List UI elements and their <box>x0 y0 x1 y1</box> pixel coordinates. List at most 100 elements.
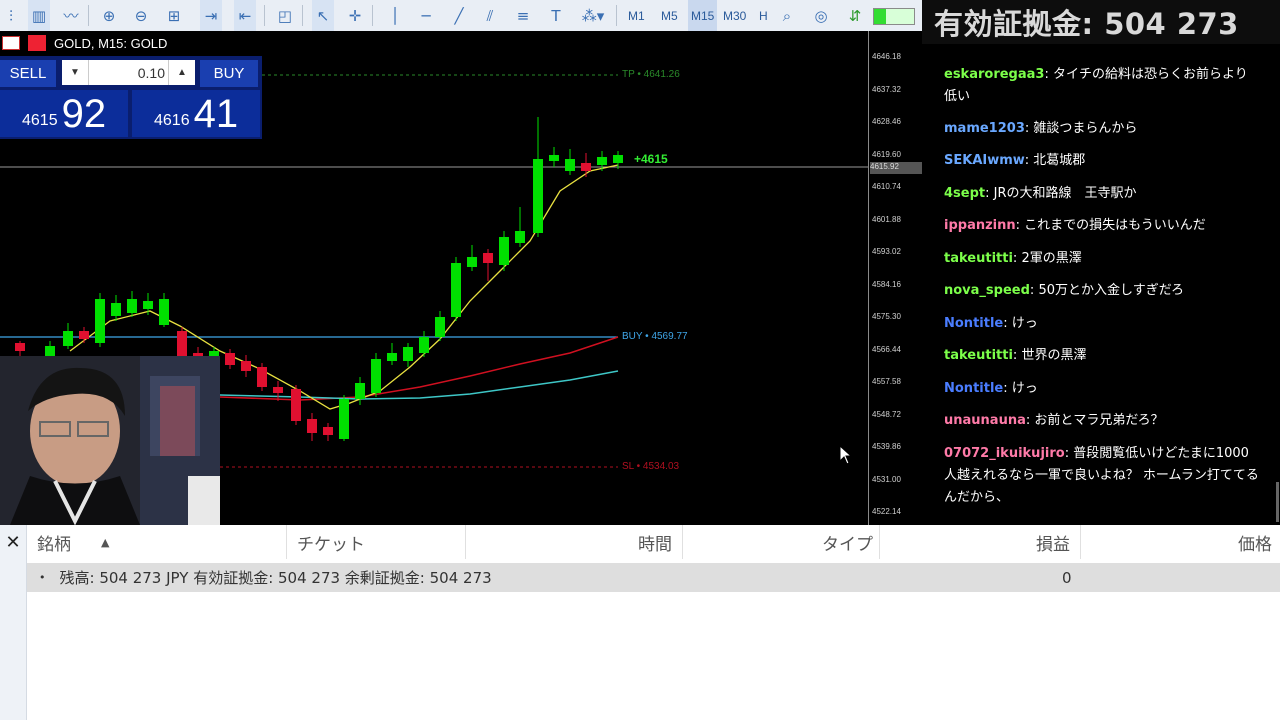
tp-label: TP • 4641.26 <box>622 69 680 80</box>
candle-body <box>435 317 445 337</box>
candle-body <box>15 343 25 351</box>
zoom-out-icon[interactable]: ⊖ <box>130 0 152 31</box>
candle-body <box>307 419 317 433</box>
candle-body <box>257 367 267 387</box>
price-tick: 4522.14 <box>872 507 901 516</box>
price-tick: 4619.60 <box>872 150 901 159</box>
column-header-label: 銘柄 <box>37 534 71 555</box>
chat-message: takeutitti: 2軍の黒澤 <box>944 251 1082 266</box>
current-price-marker: 4615.92 <box>870 162 922 174</box>
timeframe-h[interactable]: H <box>759 0 768 31</box>
trendline-icon[interactable]: ╱ <box>448 0 470 31</box>
screenshot-icon[interactable]: ◰ <box>274 0 296 31</box>
price-chart[interactable]: GOLD, M15: GOLD SELL ▼ 0.10 ▲ BUY 4615 9… <box>0 31 922 525</box>
toolbar: ⫶ ▥ 〰 ⊕ ⊖ ⊞ ⇥ ⇤ ◰ ↖ ✛ │ ─ ╱ ⫽ ≡ T ⁂▾ M1 … <box>0 0 922 32</box>
candle-body <box>225 353 235 365</box>
chat-message: nova_speed: 50万とか入金しすぎだろ <box>944 283 1184 298</box>
fibonacci-icon[interactable]: ≡ <box>512 0 534 31</box>
bid-big: 92 <box>61 92 107 136</box>
signal-icon[interactable]: ⇵ <box>844 0 866 31</box>
bid-quote[interactable]: 4615 92 <box>0 90 128 137</box>
candle-body <box>111 303 121 316</box>
candle-body <box>241 361 251 371</box>
price-axis[interactable]: 4646.18 4637.32 4628.46 4619.60 4610.74 … <box>868 31 922 525</box>
ask-quote[interactable]: 4616 41 <box>132 90 260 137</box>
cursor-icon[interactable]: ↖ <box>312 0 334 31</box>
buy-order-label: BUY • 4569.77 <box>622 331 688 342</box>
channel-icon[interactable]: ⫽ <box>479 0 501 31</box>
lot-decrease-icon[interactable]: ▼ <box>62 60 89 85</box>
chat-message: takeutitti: 世界の黒澤 <box>944 348 1087 363</box>
bid-small: 4615 <box>22 112 58 129</box>
search-icon[interactable]: ⌕ <box>776 0 798 31</box>
equity-banner: 有効証拠金: 504 273 <box>922 0 1280 44</box>
candle-body <box>613 155 623 163</box>
timeframe-m5[interactable]: M5 <box>661 0 678 31</box>
candle-body <box>95 299 105 343</box>
vertical-line-icon[interactable]: │ <box>384 0 406 31</box>
price-tick: 4575.30 <box>872 312 901 321</box>
column-header-price[interactable]: 価格 <box>1081 525 1280 559</box>
connection-status-bar <box>873 8 915 25</box>
sl-label: SL • 4534.03 <box>622 461 680 472</box>
timeframe-m15[interactable]: M15 <box>688 0 718 31</box>
timeframe-m1[interactable]: M1 <box>628 0 645 31</box>
account-icon[interactable]: ◎ <box>810 0 832 31</box>
line-chart-icon[interactable]: 〰 <box>60 0 82 31</box>
candle-body <box>483 253 493 263</box>
price-tick: 4601.88 <box>872 215 901 224</box>
sell-button[interactable]: SELL <box>0 60 56 87</box>
price-tick: 4593.02 <box>872 247 901 256</box>
chat-message: ippanzinn: これまでの損失はもういいんだ <box>944 218 1206 233</box>
candle-body <box>467 257 477 267</box>
lot-size-input[interactable]: ▼ 0.10 ▲ <box>62 60 195 85</box>
price-tick: 4531.00 <box>872 475 901 484</box>
text-icon[interactable]: T <box>545 0 567 31</box>
chart-bars-icon[interactable]: ⫶ <box>0 0 22 31</box>
column-header-ticket[interactable]: チケット <box>287 525 466 559</box>
price-tick: 4637.32 <box>872 85 901 94</box>
lot-value[interactable]: 0.10 <box>90 60 165 85</box>
chart-shift-icon[interactable]: ⇤ <box>234 0 256 31</box>
column-header-symbol[interactable]: 銘柄 ▲ <box>27 525 287 559</box>
symbol-icon <box>28 35 46 51</box>
candle-body <box>45 346 55 356</box>
streamer-image <box>0 356 220 525</box>
chart-menu-icon[interactable] <box>2 36 20 50</box>
auto-scroll-icon[interactable]: ⇥ <box>200 0 222 31</box>
chat-message: SEKAIwmw: 北葛城郡 <box>944 153 1086 168</box>
column-header-profit[interactable]: 損益 <box>880 525 1081 559</box>
column-header-time[interactable]: 時間 <box>466 525 683 559</box>
candle-body <box>419 337 429 353</box>
balance-row[interactable]: • 残高: 504 273 JPY 有効証拠金: 504 273 余剰証拠金: … <box>27 563 1280 592</box>
sort-asc-icon: ▲ <box>101 535 110 549</box>
balance-profit: 0 <box>1062 568 1072 587</box>
candle-body <box>387 353 397 361</box>
candle-body <box>403 347 413 361</box>
shapes-icon[interactable]: ⁂▾ <box>578 0 608 31</box>
chat-message: unaunauna: お前とマラ兄弟だろ？ <box>944 413 1164 428</box>
timeframe-m30[interactable]: M30 <box>723 0 746 31</box>
column-header-type[interactable]: タイプ <box>683 525 880 559</box>
horizontal-line-icon[interactable]: ─ <box>415 0 437 31</box>
price-tick: 4539.86 <box>872 442 901 451</box>
chat-scrollbar[interactable] <box>1276 482 1279 522</box>
ask-big: 41 <box>193 92 239 136</box>
terminal-panel: ✕ 銘柄 ▲ チケット 時間 タイプ 損益 価格 • 残高: 504 273 J… <box>0 525 1280 720</box>
candle-body <box>323 427 333 435</box>
grid-icon[interactable]: ⊞ <box>163 0 185 31</box>
bullet-icon: • <box>39 571 46 584</box>
zoom-in-icon[interactable]: ⊕ <box>98 0 120 31</box>
crosshair-icon[interactable]: ✛ <box>344 0 366 31</box>
buy-button[interactable]: BUY <box>200 60 258 87</box>
price-tick: 4557.58 <box>872 377 901 386</box>
candle-body <box>581 163 591 171</box>
lot-increase-icon[interactable]: ▲ <box>168 60 195 85</box>
balance-text: 残高: 504 273 JPY 有効証拠金: 504 273 余剰証拠金: 50… <box>59 569 492 587</box>
candle-body <box>515 231 525 243</box>
candlestick-chart-icon[interactable]: ▥ <box>28 0 50 31</box>
price-tick: 4566.44 <box>872 345 901 354</box>
close-icon[interactable]: ✕ <box>0 529 26 555</box>
candle-body <box>291 389 301 421</box>
candle-body <box>597 157 607 165</box>
